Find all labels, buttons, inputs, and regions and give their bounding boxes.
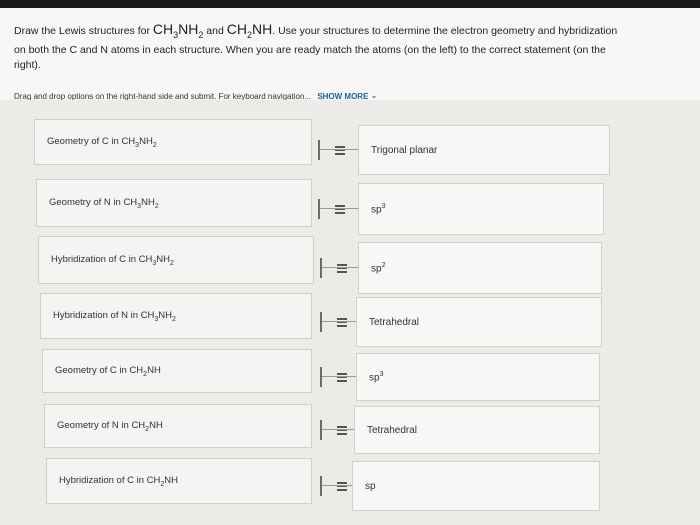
match-target-1[interactable]: Geometry of C in CH3NH2 [34, 119, 312, 165]
match-target-label: Hybridization of C in CH2NH [59, 474, 179, 488]
match-target-5[interactable]: Geometry of C in CH2NH [42, 349, 312, 393]
matching-area: Geometry of C in CH3NH2 Trigonal planar Ge… [0, 100, 700, 525]
match-target-label: Geometry of C in CH2NH [55, 364, 161, 378]
drag-handle-icon[interactable] [334, 143, 348, 157]
drag-option-label: sp3 [371, 202, 386, 216]
drag-handle-icon[interactable] [336, 423, 350, 437]
drop-connector [318, 199, 358, 219]
drop-connector [318, 140, 358, 160]
formula-ch2nh: CH2NH [226, 21, 273, 40]
drag-option-2[interactable]: sp3 [358, 183, 604, 235]
chevron-down-icon: ⌄ [370, 91, 378, 100]
drag-option-label: Tetrahedral [369, 316, 420, 328]
drag-option-1[interactable]: Trigonal planar [358, 125, 610, 175]
question-text: Draw the Lewis structures for CH3NH2 and… [14, 22, 624, 73]
question-and: and [203, 25, 227, 37]
drag-handle-icon[interactable] [336, 261, 350, 275]
question-header: Draw the Lewis structures for CH3NH2 and… [0, 8, 700, 101]
question-intro: Draw the Lewis structures for [14, 25, 153, 37]
drag-handle-icon[interactable] [336, 315, 350, 329]
drag-option-label: Trigonal planar [371, 144, 438, 156]
match-target-label: Geometry of C in CH3NH2 [47, 135, 157, 149]
drag-handle-icon[interactable] [336, 370, 350, 384]
drop-connector [320, 258, 360, 278]
match-target-2[interactable]: Geometry of N in CH3NH2 [36, 179, 312, 227]
match-target-label: Hybridization of N in CH3NH2 [53, 309, 176, 323]
drop-connector [320, 367, 360, 387]
drag-option-label: Tetrahedral [367, 424, 418, 436]
drag-option-7[interactable]: sp [352, 461, 600, 511]
match-target-label: Geometry of N in CH3NH2 [49, 196, 159, 210]
drag-option-label: sp3 [369, 370, 384, 384]
drop-connector [320, 312, 360, 332]
question-page: Draw the Lewis structures for CH3NH2 and… [0, 8, 700, 525]
match-target-3[interactable]: Hybridization of C in CH3NH2 [38, 236, 314, 284]
match-target-4[interactable]: Hybridization of N in CH3NH2 [40, 293, 312, 339]
match-target-label: Hybridization of C in CH3NH2 [51, 253, 174, 267]
drag-option-label: sp [365, 480, 376, 492]
drag-option-3[interactable]: sp2 [358, 242, 602, 294]
drag-option-6[interactable]: Tetrahedral [354, 406, 600, 454]
drag-option-5[interactable]: sp3 [356, 353, 600, 401]
formula-ch3nh2: CH3NH2 [152, 21, 204, 40]
drag-handle-icon[interactable] [336, 479, 350, 493]
match-target-label: Geometry of N in CH2NH [57, 419, 163, 433]
match-target-6[interactable]: Geometry of N in CH2NH [44, 404, 312, 448]
drag-option-label: sp2 [371, 261, 386, 275]
drag-option-4[interactable]: Tetrahedral [356, 297, 602, 347]
match-target-7[interactable]: Hybridization of C in CH2NH [46, 458, 312, 504]
drag-handle-icon[interactable] [334, 202, 348, 216]
